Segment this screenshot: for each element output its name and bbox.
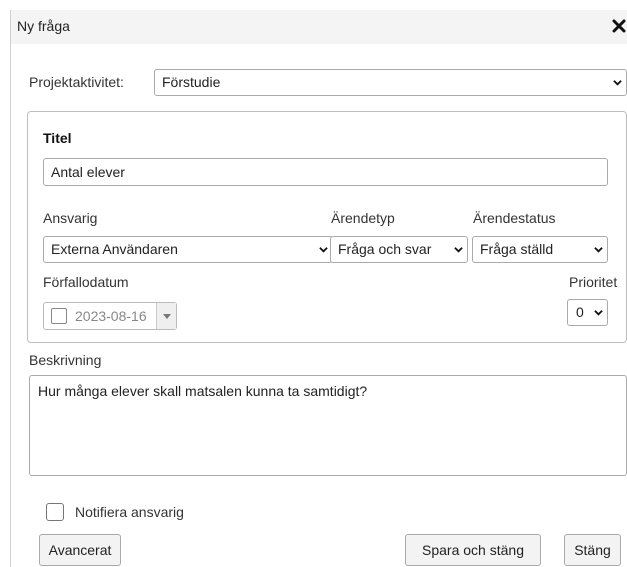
chevron-down-icon — [613, 78, 622, 86]
priority-value: 0 — [576, 304, 584, 320]
description-textarea[interactable]: Hur många elever skall matsalen kunna ta… — [29, 375, 627, 476]
priority-label: Prioritet — [569, 274, 618, 290]
close-icon-glyph — [612, 19, 626, 33]
project-activity-select[interactable]: Förstudie — [154, 69, 627, 96]
responsible-value: Externa Användaren — [51, 241, 178, 257]
issue-status-label: Ärendestatus — [473, 210, 556, 226]
project-activity-label: Projektaktivitet: — [29, 74, 124, 90]
title-input-value: Antal elever — [51, 164, 125, 180]
issue-status-select[interactable]: Fråga ställd — [472, 236, 608, 263]
chevron-down-icon — [594, 308, 603, 316]
new-question-dialog: Ny fråga Projektaktivitet: Förstudie Tit… — [10, 10, 627, 567]
issue-type-select[interactable]: Fråga och svar — [330, 236, 468, 263]
notify-responsible-label: Notifiera ansvarig — [75, 504, 184, 520]
notify-responsible-checkbox[interactable] — [46, 503, 64, 521]
chevron-down-icon — [594, 245, 603, 253]
close-icon[interactable] — [610, 14, 627, 39]
save-and-close-button[interactable]: Spara och stäng — [405, 534, 541, 566]
chevron-down-icon — [454, 245, 463, 253]
calendar-dropdown-button[interactable] — [156, 303, 176, 329]
responsible-label: Ansvarig — [43, 210, 98, 226]
responsible-select[interactable]: Externa Användaren — [43, 236, 333, 263]
description-label: Beskrivning — [29, 352, 102, 368]
issue-type-value: Fråga och svar — [338, 241, 432, 257]
chevron-down-icon — [319, 245, 328, 253]
advanced-button[interactable]: Avancerat — [39, 534, 121, 566]
due-date-value: 2023-08-16 — [75, 308, 147, 324]
priority-select[interactable]: 0 — [567, 299, 608, 326]
dialog-titlebar: Ny fråga — [11, 10, 627, 44]
issue-type-label: Ärendetyp — [331, 210, 395, 226]
title-label: Titel — [43, 130, 72, 146]
dialog-title: Ny fråga — [17, 18, 70, 34]
close-button[interactable]: Stäng — [564, 534, 621, 566]
caret-down-icon — [163, 314, 171, 319]
description-value: Hur många elever skall matsalen kunna ta… — [38, 383, 368, 399]
due-date-label: Förfallodatum — [43, 274, 129, 290]
due-date-enable-checkbox[interactable] — [51, 308, 67, 324]
issue-status-value: Fråga ställd — [480, 241, 554, 257]
due-date-picker[interactable]: 2023-08-16 — [43, 302, 177, 330]
title-input[interactable]: Antal elever — [43, 158, 608, 186]
project-activity-value: Förstudie — [162, 74, 221, 90]
